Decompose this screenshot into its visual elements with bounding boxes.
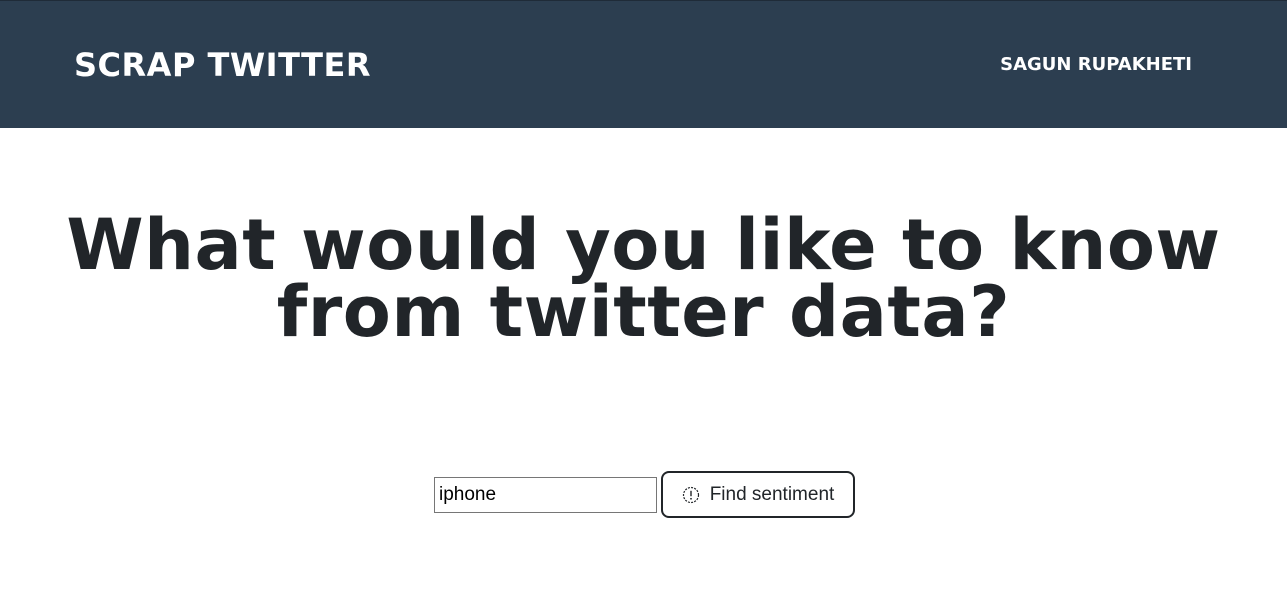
nav-user-name[interactable]: SAGUN RUPAKHETI xyxy=(1000,53,1192,77)
search-input[interactable] xyxy=(434,476,657,513)
navbar: SCRAP TWITTER SAGUN RUPAKHETI xyxy=(0,0,1287,128)
brand-title[interactable]: SCRAP TWITTER xyxy=(74,45,371,85)
find-sentiment-label: Find sentiment xyxy=(709,483,835,505)
find-sentiment-button[interactable]: Find sentiment xyxy=(661,471,855,518)
page-headline: What would you like to know from twitter… xyxy=(66,204,1221,353)
search-form: Find sentiment xyxy=(434,471,855,518)
info-circle-icon xyxy=(682,486,700,504)
